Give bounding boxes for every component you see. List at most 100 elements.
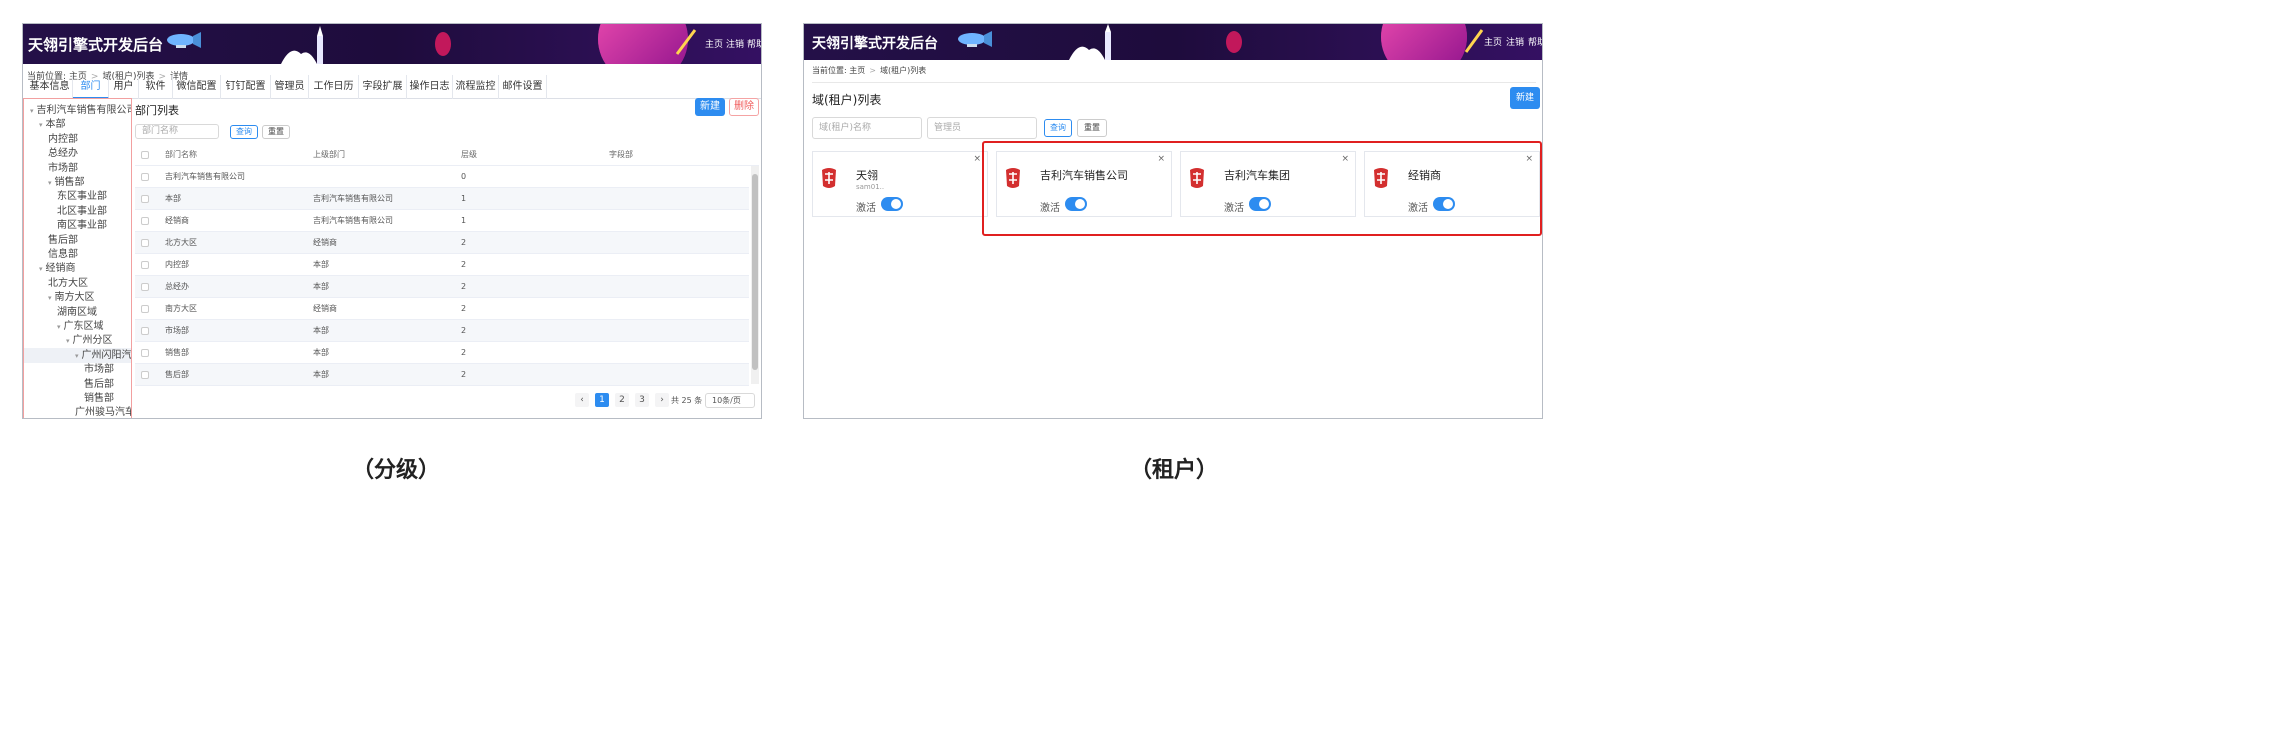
tab-basic-info[interactable]: 基本信息 [27, 75, 73, 99]
table-scrollbar[interactable] [751, 166, 759, 384]
page-size-select[interactable]: 10条/页 [705, 393, 755, 408]
reset-button[interactable]: 重置 [262, 125, 290, 139]
scrollbar-thumb[interactable] [752, 174, 758, 370]
tree-node[interactable]: 市场部 [24, 161, 131, 176]
table-row[interactable]: 经销商 吉利汽车销售有限公司 1 [135, 210, 749, 232]
table-row[interactable]: 内控部 本部 2 [135, 254, 749, 276]
breadcrumb-current-home[interactable]: 当前位置: 主页 [812, 66, 865, 75]
query-button[interactable]: 查询 [1044, 119, 1072, 137]
table-row[interactable]: 总经办 本部 2 [135, 276, 749, 298]
tree-node[interactable]: 南区事业部 [24, 218, 131, 233]
page-2-button[interactable]: 2 [615, 393, 629, 407]
tab-admin[interactable]: 管理员 [271, 75, 309, 99]
table-row[interactable]: 本部 吉利汽车销售有限公司 1 [135, 188, 749, 210]
department-name-input[interactable]: 部门名称 [135, 124, 219, 139]
nav-logout-link[interactable]: 注销 [726, 37, 744, 50]
tab-user[interactable]: 用户 [109, 75, 139, 99]
breadcrumb: 当前位置: 主页 > 域(租户)列表 [812, 66, 927, 75]
next-page-button[interactable]: › [655, 393, 669, 407]
chevron-down-icon[interactable]: ▾ [75, 352, 79, 360]
tree-node-label: 东区事业部 [57, 191, 107, 203]
chevron-down-icon[interactable]: ▾ [39, 265, 43, 273]
chevron-down-icon[interactable]: ▾ [48, 294, 52, 302]
tree-node[interactable]: 售后部 [24, 377, 131, 392]
admin-input[interactable]: 管理员 [927, 117, 1037, 139]
tree-node[interactable]: 广州骏马汽车 [24, 405, 132, 419]
reset-button[interactable]: 重置 [1077, 119, 1107, 137]
tenant-card[interactable]: × 天翎 sam01.. 激活 [812, 151, 988, 217]
tree-node[interactable]: ▾ 经销商 [24, 261, 131, 276]
row-checkbox[interactable] [141, 371, 149, 379]
domain-name-input[interactable]: 域(租户)名称 [812, 117, 922, 139]
cell-parent: 吉利汽车销售有限公司 [313, 194, 393, 203]
new-button[interactable]: 新建 [695, 98, 725, 116]
tree-node[interactable]: ▾ 吉利汽车销售有限公司 [24, 103, 131, 118]
nav-home-link[interactable]: 主页 [1484, 35, 1502, 48]
row-checkbox[interactable] [141, 327, 149, 335]
chevron-down-icon[interactable]: ▾ [57, 323, 61, 331]
table-row[interactable]: 吉利汽车销售有限公司 0 [135, 166, 749, 188]
row-checkbox[interactable] [141, 349, 149, 357]
tree-node[interactable]: 信息部 [24, 247, 131, 262]
nav-logout-link[interactable]: 注销 [1506, 35, 1524, 48]
tree-node-label: 销售部 [54, 177, 85, 188]
row-checkbox[interactable] [141, 283, 149, 291]
row-checkbox[interactable] [141, 239, 149, 247]
row-checkbox[interactable] [141, 305, 149, 313]
tree-node[interactable]: ▾ 广州分区 [24, 333, 131, 348]
tree-node[interactable]: 销售部 [24, 391, 131, 406]
tree-node[interactable]: 内控部 [24, 132, 131, 147]
tree-node[interactable]: 北方大区 [24, 276, 131, 291]
tab-dingtalk-config[interactable]: 钉钉配置 [221, 75, 271, 99]
table-row[interactable]: 销售部 本部 2 [135, 342, 749, 364]
cell-parent: 本部 [313, 370, 329, 379]
close-icon[interactable]: × [973, 154, 981, 164]
active-toggle[interactable] [881, 197, 903, 211]
tree-node[interactable]: ▾ 广东区域 [24, 319, 131, 334]
cell-parent: 经销商 [313, 304, 337, 313]
table-row[interactable]: 市场部 本部 2 [135, 320, 749, 342]
tab-operation-log[interactable]: 操作日志 [407, 75, 453, 99]
row-checkbox[interactable] [141, 261, 149, 269]
chevron-down-icon[interactable]: ▾ [66, 337, 70, 345]
chevron-down-icon[interactable]: ▾ [39, 121, 43, 129]
tree-node[interactable]: ▾ 本部 [24, 117, 131, 132]
row-checkbox[interactable] [141, 217, 149, 225]
tree-node[interactable]: 北区事业部 [24, 204, 131, 219]
tree-node[interactable]: ▾广州闪阳汽车 [24, 347, 131, 363]
tab-flow-monitor[interactable]: 流程监控 [453, 75, 499, 99]
new-button[interactable]: 新建 [1510, 87, 1540, 109]
tree-node[interactable]: ▾ 南方大区 [24, 290, 131, 305]
tab-department[interactable]: 部门 [73, 75, 109, 99]
tab-work-calendar[interactable]: 工作日历 [309, 75, 359, 99]
table-row[interactable]: 北方大区 经销商 2 [135, 232, 749, 254]
nav-home-link[interactable]: 主页 [705, 37, 723, 50]
table-row[interactable]: 售后部 本部 2 [135, 364, 749, 386]
tree-node[interactable]: 市场部 [24, 362, 131, 377]
page-1-button[interactable]: 1 [595, 393, 609, 407]
page-3-button[interactable]: 3 [635, 393, 649, 407]
left-screenshot: 天翎引擎式开发后台 主页 注销 帮助 当前位置: 主页>域(租户)列表>详情 基… [22, 23, 762, 419]
tree-node[interactable]: 东区事业部 [24, 189, 131, 204]
tab-wechat-config[interactable]: 微信配置 [173, 75, 221, 99]
nav-help-link[interactable]: 帮助 [1528, 35, 1542, 48]
nav-help-link[interactable]: 帮助 [747, 37, 761, 50]
select-all-checkbox[interactable] [141, 151, 149, 159]
table-row[interactable]: 南方大区 经销商 2 [135, 298, 749, 320]
query-button[interactable]: 查询 [230, 125, 258, 139]
tab-field-extension[interactable]: 字段扩展 [359, 75, 407, 99]
prev-page-button[interactable]: ‹ [575, 393, 589, 407]
tree-node[interactable]: 总经办 [24, 146, 131, 161]
tree-node[interactable]: 湖南区域 [24, 305, 131, 320]
row-checkbox[interactable] [141, 195, 149, 203]
delete-button[interactable]: 删除 [729, 98, 759, 116]
tab-software[interactable]: 软件 [139, 75, 173, 99]
row-checkbox[interactable] [141, 173, 149, 181]
tree-node-label: 广州骏马汽车 [75, 407, 132, 419]
tab-mail-settings[interactable]: 邮件设置 [499, 75, 547, 99]
chevron-down-icon[interactable]: ▾ [48, 179, 52, 187]
chevron-down-icon[interactable]: ▾ [30, 107, 34, 115]
tree-node[interactable]: 售后部 [24, 233, 131, 248]
tree-node[interactable]: ▾ 销售部 [24, 175, 131, 190]
airship-icon [167, 32, 201, 48]
